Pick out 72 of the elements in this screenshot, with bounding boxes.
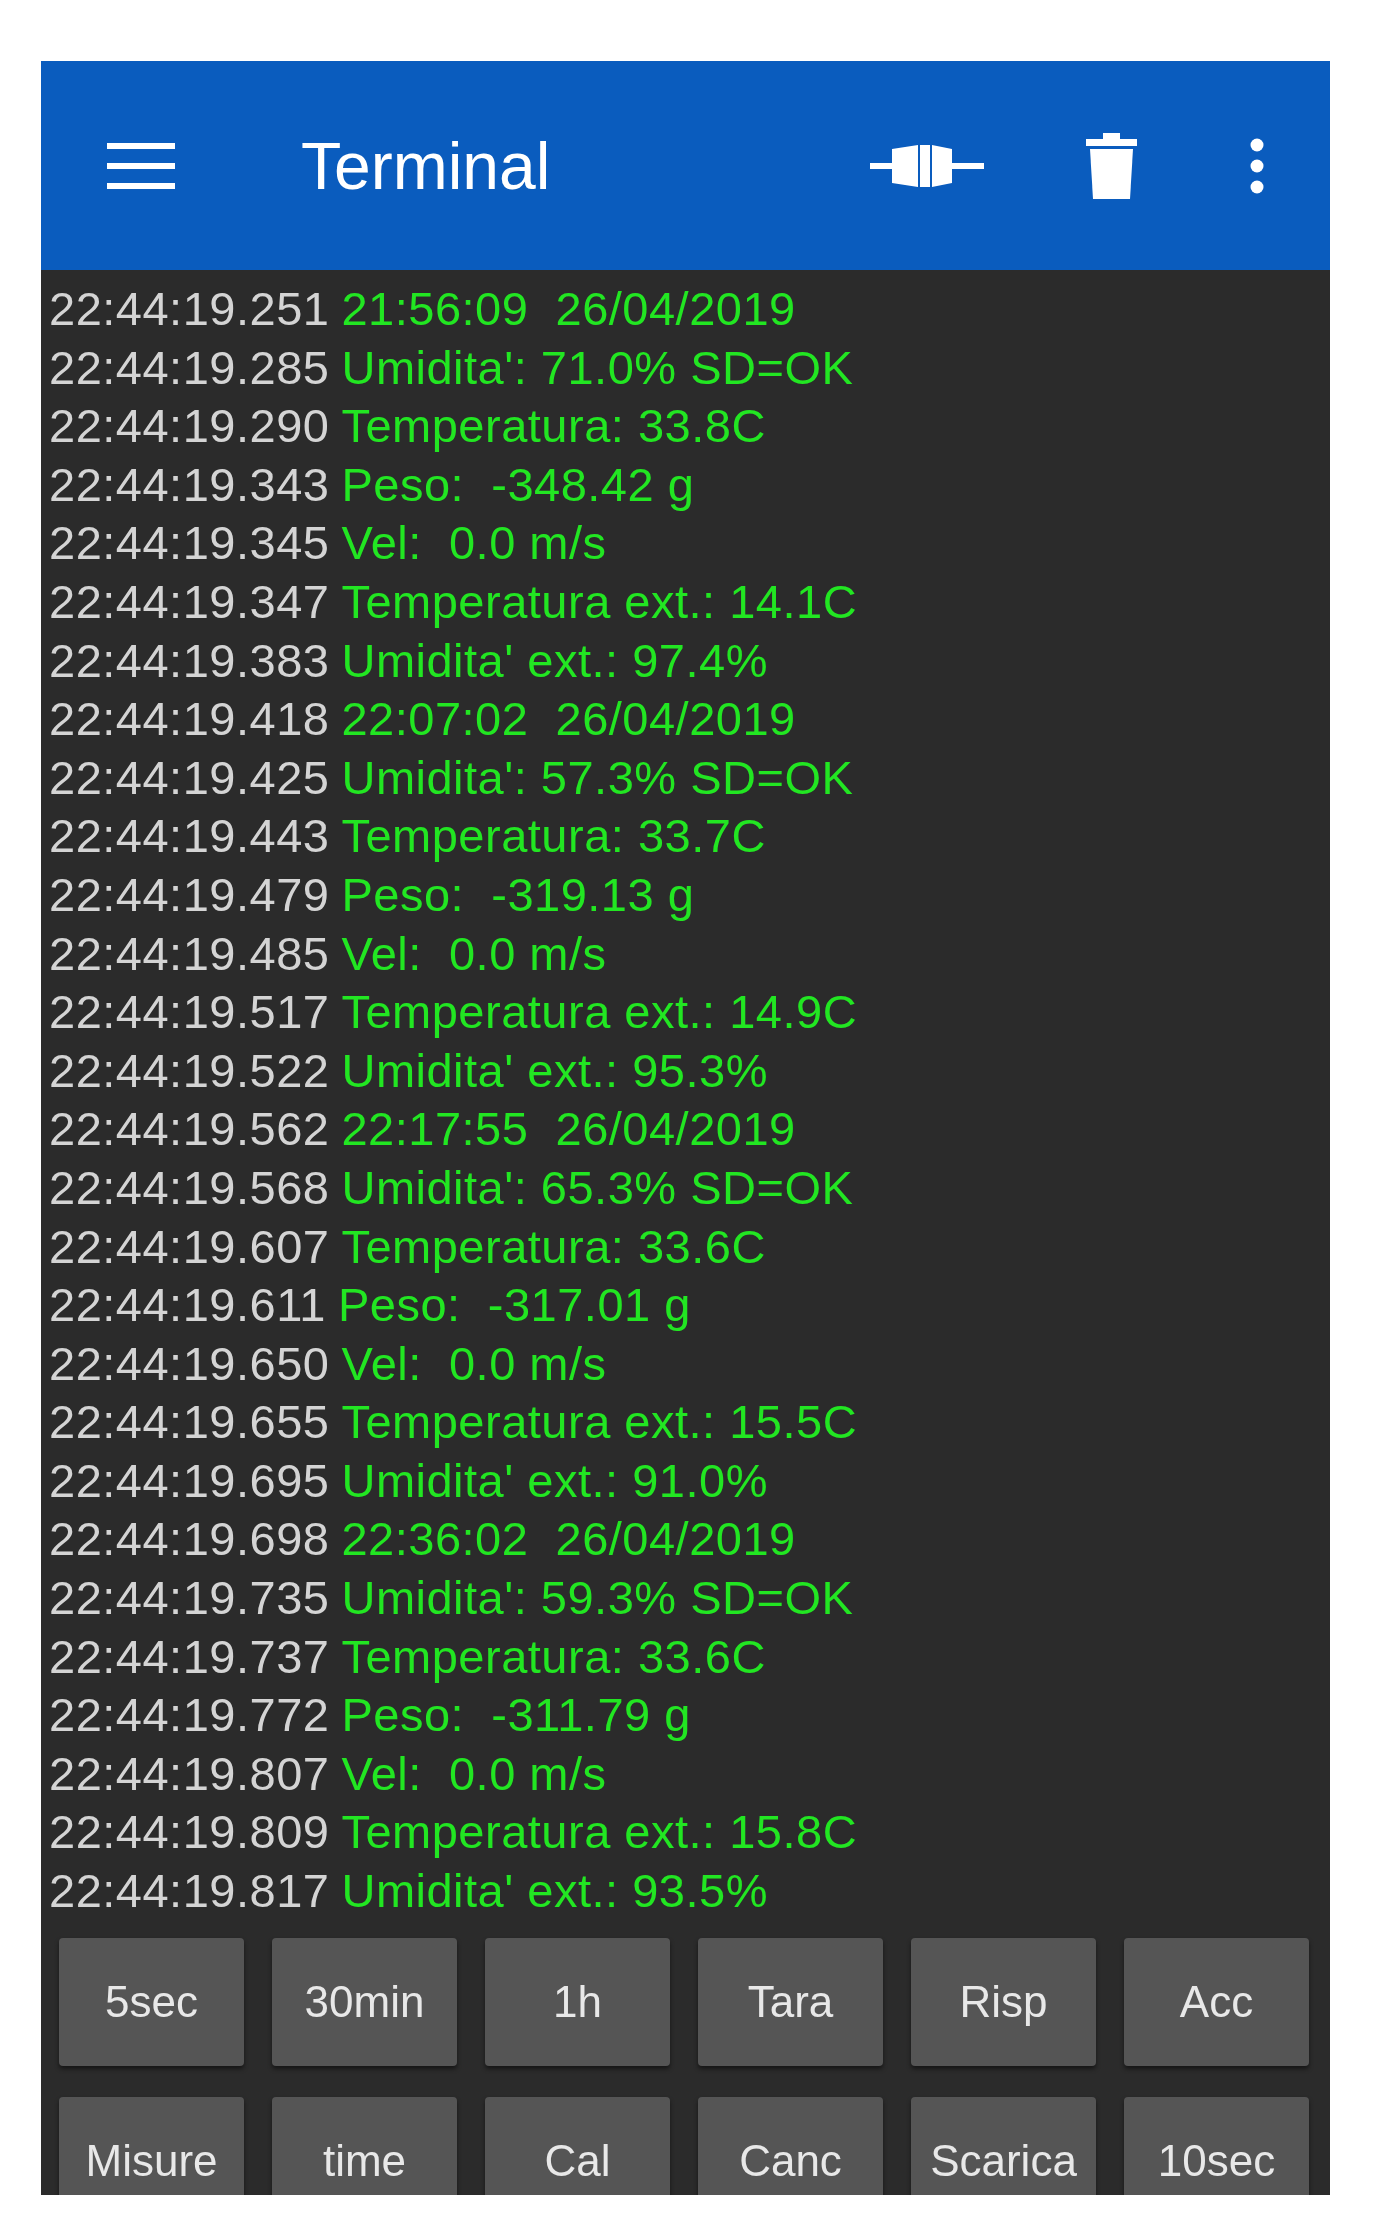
macro-button[interactable]: 10sec — [1124, 2097, 1309, 2195]
log-message: Temperatura: 33.6C — [341, 1628, 766, 1685]
macro-button[interactable]: Risp — [911, 1938, 1096, 2066]
timestamp: 22:44:19.607 — [49, 1218, 330, 1275]
timestamp: 22:44:19.285 — [49, 339, 330, 396]
log-message: 22:07:02 26/04/2019 — [341, 691, 796, 748]
log-message: Umidita' ext.: 97.4% — [341, 632, 768, 689]
trash-icon[interactable] — [1086, 132, 1137, 199]
timestamp: 22:44:19.517 — [49, 984, 330, 1041]
log-message: Umidita': 65.3% SD=OK — [341, 1159, 854, 1216]
macro-button[interactable]: Tara — [698, 1938, 883, 2066]
more-icon[interactable] — [1250, 137, 1264, 194]
log-message: Vel: 0.0 m/s — [341, 925, 607, 982]
macro-button[interactable]: 30min — [272, 1938, 457, 2066]
log-message: Temperatura ext.: 15.5C — [341, 1394, 858, 1451]
log-message: Temperatura: 33.8C — [341, 398, 766, 455]
timestamp: 22:44:19.737 — [49, 1628, 330, 1685]
log-message: Umidita': 71.0% SD=OK — [341, 339, 854, 396]
timestamp: 22:44:19.522 — [49, 1042, 330, 1099]
timestamp: 22:44:19.807 — [49, 1745, 330, 1802]
log-message: Temperatura: 33.6C — [341, 1218, 766, 1275]
log-message: 22:17:55 26/04/2019 — [341, 1101, 796, 1158]
log-message: Peso: -348.42 g — [341, 456, 695, 513]
timestamp: 22:44:19.290 — [49, 398, 330, 455]
timestamp: 22:44:19.383 — [49, 632, 330, 689]
log-message: Vel: 0.0 m/s — [341, 1335, 607, 1392]
macro-button[interactable]: Misure — [59, 2097, 244, 2195]
log-message: Temperatura ext.: 14.1C — [341, 573, 858, 630]
timestamp: 22:44:19.650 — [49, 1335, 330, 1392]
log-message: Umidita': 57.3% SD=OK — [341, 749, 854, 806]
log-message: 21:56:09 26/04/2019 — [341, 281, 796, 337]
timestamp: 22:44:19.817 — [49, 1863, 330, 1920]
macro-button[interactable]: 1h — [485, 1938, 670, 2066]
log-message: Temperatura ext.: 14.9C — [341, 984, 858, 1041]
log-message: Temperatura: 33.7C — [341, 808, 766, 865]
timestamp: 22:44:19.251 — [49, 281, 330, 337]
macro-button[interactable]: Cal — [485, 2097, 670, 2195]
macro-button[interactable]: Canc — [698, 2097, 883, 2195]
timestamp: 22:44:19.343 — [49, 456, 330, 513]
log-message: Umidita' ext.: 93.5% — [341, 1863, 768, 1920]
macro-button[interactable]: 5sec — [59, 1938, 244, 2066]
log-message: Umidita': 59.3% SD=OK — [341, 1570, 854, 1627]
log-message: Vel: 0.0 m/s — [341, 515, 607, 572]
timestamp: 22:44:19.347 — [49, 573, 330, 630]
log-message: Umidita' ext.: 95.3% — [341, 1042, 768, 1099]
log-message: Vel: 0.0 m/s — [341, 1745, 607, 1802]
log-message: Umidita' ext.: 91.0% — [341, 1452, 768, 1509]
macro-button[interactable]: Scarica — [911, 2097, 1096, 2195]
timestamp: 22:44:19.443 — [49, 808, 330, 865]
timestamp: 22:44:19.809 — [49, 1804, 330, 1861]
log-message: Peso: -319.13 g — [341, 866, 695, 923]
timestamp: 22:44:19.735 — [49, 1570, 330, 1627]
timestamp: 22:44:19.772 — [49, 1687, 330, 1744]
menu-icon[interactable] — [107, 142, 175, 189]
timestamp: 22:44:19.562 — [49, 1101, 330, 1158]
timestamp: 22:44:19.695 — [49, 1452, 330, 1509]
log-message: Peso: -317.01 g — [337, 1277, 691, 1334]
log-message: 22:36:02 26/04/2019 — [341, 1511, 796, 1568]
timestamp: 22:44:19.425 — [49, 749, 330, 806]
macro-button[interactable]: Acc — [1124, 1938, 1309, 2066]
log-message: Peso: -311.79 g — [341, 1687, 691, 1744]
timestamp: 22:44:19.479 — [49, 866, 330, 923]
timestamp: 22:44:19.418 — [49, 691, 330, 748]
timestamp: 22:44:19.698 — [49, 1511, 330, 1568]
app-title: Terminal — [301, 127, 552, 204]
timestamp: 22:44:19.568 — [49, 1159, 330, 1216]
timestamp: 22:44:19.345 — [49, 515, 330, 572]
timestamp: 22:44:19.485 — [49, 925, 330, 982]
timestamp: 22:44:19.655 — [49, 1394, 330, 1451]
timestamp: 22:44:19.611 — [49, 1277, 326, 1334]
log-message: Temperatura ext.: 15.8C — [341, 1804, 858, 1861]
macro-button[interactable]: time — [272, 2097, 457, 2195]
